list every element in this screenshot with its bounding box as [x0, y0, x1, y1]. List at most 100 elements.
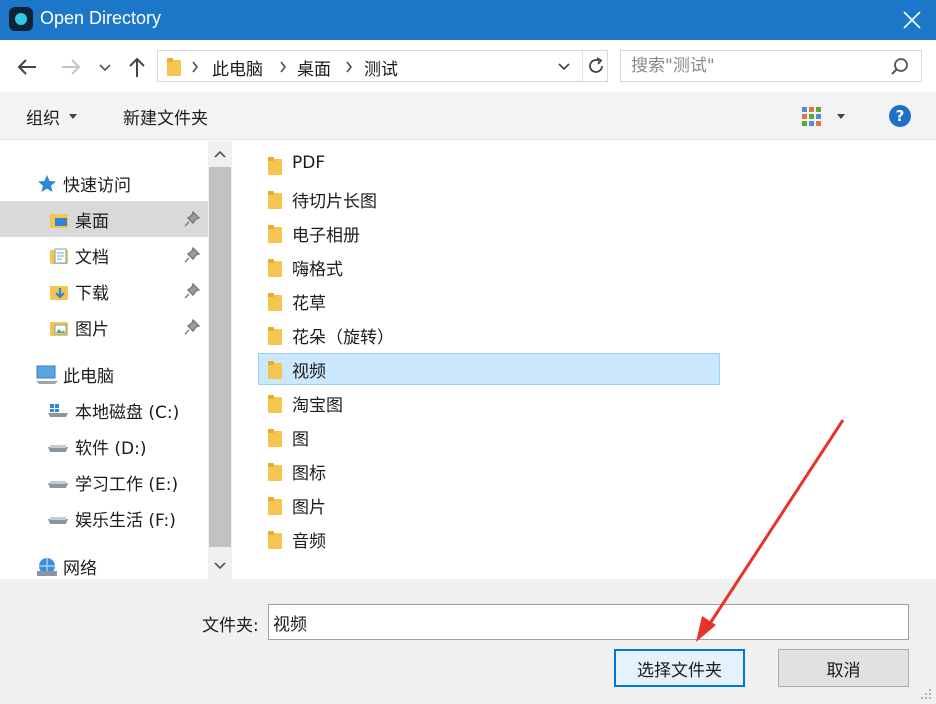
drive-icon: [48, 517, 68, 524]
system-drive-icon: [48, 404, 68, 417]
folder-item-label: 待切片长图: [292, 192, 377, 212]
computer-icon: [36, 365, 58, 384]
folder-icon: [268, 531, 282, 549]
folder-item-label: 音频: [292, 532, 326, 552]
new-folder-button[interactable]: 新建文件夹: [123, 104, 208, 129]
scroll-down-icon[interactable]: [214, 559, 226, 571]
select-folder-button[interactable]: 选择文件夹: [614, 649, 745, 687]
change-view-button[interactable]: [800, 104, 824, 128]
nav-item-desktop[interactable]: 桌面: [0, 201, 208, 237]
arrow-right-icon: [62, 59, 81, 75]
nav-label: 桌面: [75, 212, 109, 232]
nav-drive-c[interactable]: 本地磁盘 (C:): [0, 392, 208, 428]
folder-icon: [268, 463, 282, 481]
pictures-folder-icon: [50, 322, 68, 336]
folder-icon: [268, 157, 282, 175]
folder-item[interactable]: 淘宝图: [258, 387, 720, 419]
pin-icon[interactable]: [184, 211, 200, 227]
breadcrumb-this-pc[interactable]: 此电脑: [212, 55, 263, 80]
folder-icon: [268, 497, 282, 515]
folder-item-label: 花草: [292, 294, 326, 314]
folder-item[interactable]: 图片: [258, 489, 720, 521]
breadcrumb-desktop[interactable]: 桌面: [297, 55, 331, 80]
folder-item[interactable]: 音频: [258, 523, 720, 555]
nav-label: 本地磁盘 (C:): [75, 403, 180, 423]
drive-icon: [48, 481, 68, 488]
navigation-scrollbar[interactable]: [208, 141, 232, 579]
title-bar: Open Directory: [0, 0, 936, 40]
chevron-right-icon: [280, 61, 286, 73]
address-bar[interactable]: 此电脑 桌面 测试: [157, 50, 608, 82]
scroll-up-icon[interactable]: [214, 149, 226, 161]
network-icon: [37, 558, 57, 576]
scrollbar-thumb[interactable]: [209, 167, 231, 547]
search-icon: [891, 58, 908, 75]
nav-this-pc[interactable]: 此电脑: [0, 356, 208, 392]
folder-item[interactable]: 嗨格式: [258, 251, 720, 283]
folder-icon: [268, 429, 282, 447]
caret-down-icon: [69, 114, 77, 119]
folder-item[interactable]: 视频: [258, 353, 720, 385]
nav-drive-e[interactable]: 学习工作 (E:): [0, 464, 208, 500]
nav-label: 此电脑: [63, 367, 114, 387]
pin-icon[interactable]: [184, 283, 200, 299]
star-icon: [38, 175, 56, 192]
breadcrumb-test[interactable]: 测试: [364, 55, 398, 80]
pin-icon[interactable]: [184, 319, 200, 335]
forward-button[interactable]: [58, 54, 84, 80]
nav-item-documents[interactable]: 文档: [0, 237, 208, 273]
nav-drive-d[interactable]: 软件 (D:): [0, 428, 208, 464]
back-button[interactable]: [14, 54, 40, 80]
folder-icon: [268, 293, 282, 311]
view-grid-icon: [802, 107, 821, 126]
organize-menu[interactable]: 组织: [26, 104, 60, 129]
folder-item[interactable]: 待切片长图: [258, 183, 720, 215]
folder-item[interactable]: 图标: [258, 455, 720, 487]
chevron-right-icon: [192, 61, 198, 73]
view-options-caret-icon[interactable]: [837, 114, 845, 119]
folder-item[interactable]: 电子相册: [258, 217, 720, 249]
help-button[interactable]: ?: [888, 104, 912, 128]
refresh-icon: [589, 57, 603, 73]
recent-locations-button[interactable]: [96, 54, 114, 80]
folder-item[interactable]: 图: [258, 421, 720, 453]
search-button[interactable]: [889, 56, 911, 78]
navigation-bar: 此电脑 桌面 测试: [0, 40, 936, 92]
folder-item-label: 花朵（旋转）: [292, 328, 394, 348]
folder-item-label: PDF: [292, 153, 326, 173]
folder-icon: [268, 225, 282, 243]
folder-item[interactable]: PDF: [258, 149, 720, 181]
folder-item-label: 图片: [292, 498, 326, 518]
nav-item-pictures[interactable]: 图片: [0, 309, 208, 345]
folder-list: PDF 待切片长图电子相册 嗨格式花草花朵（旋转） 视频 淘宝图图图标图片音频: [234, 141, 936, 579]
nav-label: 下载: [75, 284, 109, 304]
up-button[interactable]: [124, 54, 150, 80]
downloads-folder-icon: [50, 286, 68, 300]
resize-grip-icon[interactable]: [920, 688, 932, 700]
folder-item[interactable]: 花草: [258, 285, 720, 317]
pin-icon[interactable]: [184, 247, 200, 263]
nav-quick-access[interactable]: 快速访问: [0, 165, 208, 201]
nav-label: 学习工作 (E:): [75, 475, 179, 495]
folder-icon: [268, 191, 282, 209]
close-button[interactable]: [888, 0, 936, 40]
chevron-right-icon: [346, 61, 352, 73]
folder-item[interactable]: 花朵（旋转）: [258, 319, 720, 351]
chevron-down-icon[interactable]: [556, 60, 572, 74]
nav-drive-f[interactable]: 娱乐生活 (F:): [0, 500, 208, 536]
nav-label: 文档: [75, 248, 109, 268]
nav-label: 快速访问: [63, 176, 131, 196]
folder-icon: [268, 327, 282, 345]
svg-text:?: ?: [896, 107, 905, 125]
nav-label: 图片: [75, 320, 109, 340]
nav-item-downloads[interactable]: 下载: [0, 273, 208, 309]
command-toolbar: 组织 新建文件夹 ?: [0, 92, 936, 140]
nav-network[interactable]: 网络: [0, 548, 208, 579]
cancel-button[interactable]: 取消: [778, 649, 909, 687]
documents-folder-icon: [50, 248, 68, 264]
search-input[interactable]: [621, 51, 881, 81]
folder-name-input[interactable]: [268, 604, 909, 640]
folder-item-label: 图标: [292, 464, 326, 484]
refresh-button[interactable]: [582, 51, 608, 81]
navigation-pane: 快速访问 桌面 文档 下载 图片 此电脑 本地磁盘 (C:) 软件 (D:) 学…: [0, 141, 208, 579]
